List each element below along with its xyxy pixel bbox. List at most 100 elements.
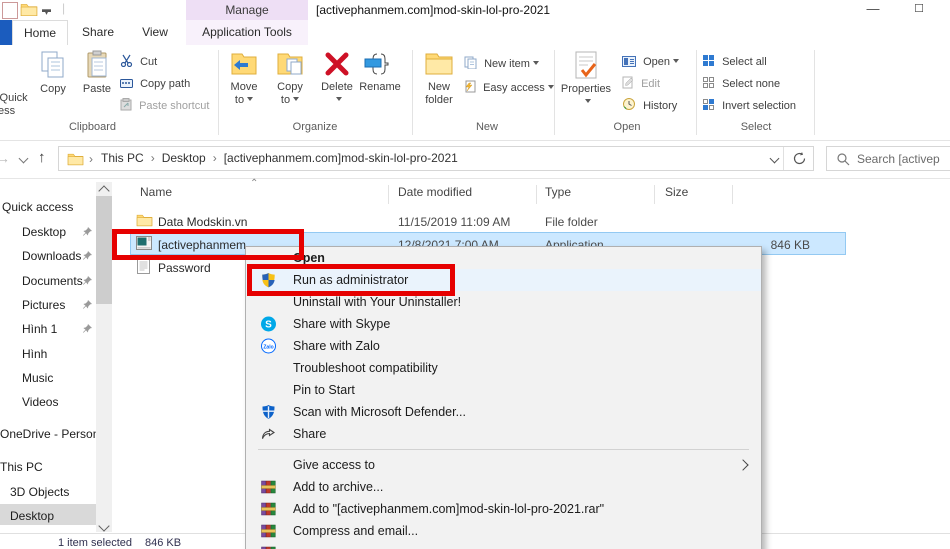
tab-view[interactable]: View <box>128 20 182 45</box>
window-title: [activephanmem.com]mod-skin-lol-pro-2021 <box>316 3 550 17</box>
column-separator[interactable] <box>536 185 537 204</box>
status-selection-size: 846 KB <box>145 537 181 549</box>
sidebar-item-hinh-1[interactable]: Hình 1 <box>22 322 57 336</box>
column-header-size[interactable]: Size <box>665 185 688 199</box>
edit-icon <box>622 76 634 89</box>
new-folder-button[interactable]: New folder <box>416 50 462 107</box>
sidebar-item-3d-objects[interactable]: 3D Objects <box>10 485 69 499</box>
minimize-button[interactable]: — <box>862 0 884 18</box>
easy-access-button[interactable]: Easy access <box>464 79 554 98</box>
sidebar-item-desktop[interactable]: Desktop <box>22 225 66 239</box>
column-separator[interactable] <box>654 185 655 204</box>
new-group-label: New <box>428 121 546 133</box>
recent-locations-dropdown-icon[interactable] <box>19 154 29 164</box>
column-header-type[interactable]: Type <box>545 185 571 199</box>
column-header-name[interactable]: Name <box>140 185 172 199</box>
breadcrumb-sep: › <box>144 147 162 170</box>
context-menu-item-troubleshoot[interactable]: Troubleshoot compatibility <box>246 357 761 379</box>
ribbon-separator <box>412 50 413 135</box>
column-separator[interactable] <box>732 185 733 204</box>
context-menu-item-add-to-archive[interactable]: Add to archive... <box>246 476 761 498</box>
tab-home[interactable]: Home <box>12 20 68 45</box>
context-menu-item-compress-and-email[interactable]: Compress and email... <box>246 520 761 542</box>
paste-icon <box>84 50 110 80</box>
context-menu-item-pin-to-start[interactable]: Pin to Start <box>246 379 761 401</box>
svg-text:Zalo: Zalo <box>263 344 273 350</box>
cut-button[interactable]: Cut <box>120 53 157 72</box>
breadcrumb-current-folder[interactable]: [activephanmem.com]mod-skin-lol-pro-2021 <box>224 147 458 170</box>
new-folder-icon <box>423 50 455 78</box>
sidebar-item-documents[interactable]: Documents <box>22 274 83 288</box>
new-item-button[interactable]: New item <box>464 55 539 74</box>
open-button[interactable]: Open <box>622 53 679 72</box>
address-bar[interactable]: › This PC›Desktop›[activephanmem.com]mod… <box>58 146 814 171</box>
sidebar-item-hinh[interactable]: Hình <box>22 347 47 361</box>
copy-to-icon <box>275 50 305 78</box>
tab-file[interactable] <box>0 20 12 45</box>
select-none-button[interactable]: Select none <box>702 75 780 94</box>
sidebar-item-desktop-thispc[interactable]: Desktop <box>10 509 54 523</box>
manage-ribbon-context-label: Manage <box>186 0 308 20</box>
history-button[interactable]: History <box>622 97 677 116</box>
paste-button[interactable]: Paste <box>76 50 118 96</box>
context-menu-item-partial[interactable] <box>246 542 761 549</box>
tab-application-tools[interactable]: Application Tools <box>186 20 308 45</box>
qat-customize-icon[interactable]: ▬▾ <box>42 4 51 18</box>
select-all-icon <box>702 54 715 67</box>
scroll-up-icon[interactable] <box>98 185 109 196</box>
copy-to-button[interactable]: Copy to <box>268 50 312 107</box>
delete-button[interactable]: Delete <box>316 50 358 107</box>
sidebar-item-quick-access[interactable]: Quick access <box>2 200 73 214</box>
invert-selection-button[interactable]: Invert selection <box>702 97 796 116</box>
pin-icon <box>82 275 93 286</box>
up-button[interactable]: ↑ <box>38 149 46 166</box>
edit-button[interactable]: Edit <box>622 75 660 94</box>
delete-icon <box>323 50 351 78</box>
annotation-box-selected-file <box>112 229 304 260</box>
paste-shortcut-button[interactable]: Paste shortcut <box>120 97 209 116</box>
copy-button[interactable]: Copy <box>32 50 74 96</box>
copy-path-button[interactable]: Copy path <box>120 75 190 94</box>
ribbon-separator <box>696 50 697 135</box>
column-header-date[interactable]: Date modified <box>398 185 472 199</box>
pin-icon <box>82 323 93 334</box>
ribbon: Pin to Quick access Copy Paste Cut Copy … <box>0 45 950 141</box>
select-all-button[interactable]: Select all <box>702 53 767 72</box>
invert-selection-icon <box>702 98 715 111</box>
context-menu-item-give-access[interactable]: Give access to <box>246 454 761 476</box>
sidebar-item-music[interactable]: Music <box>22 371 53 385</box>
qat-folder-icon[interactable] <box>20 2 38 17</box>
address-dropdown-icon[interactable] <box>770 154 780 164</box>
sidebar-scrollbar[interactable] <box>96 182 112 532</box>
address-bar-row: → ↑ › This PC›Desktop›[activephanmem.com… <box>0 141 950 179</box>
breadcrumb-this-pc[interactable]: This PC <box>101 147 144 170</box>
sidebar-item-downloads[interactable]: Downloads <box>22 249 81 263</box>
tab-share[interactable]: Share <box>70 20 126 45</box>
sidebar-item-videos[interactable]: Videos <box>22 395 58 409</box>
column-separator[interactable] <box>388 185 389 204</box>
maximize-button[interactable]: ☐ <box>908 0 930 18</box>
breadcrumb-desktop[interactable]: Desktop <box>162 147 206 170</box>
file-explorer-window: ▬▾ | Manage [activephanmem.com]mod-skin-… <box>0 0 950 549</box>
pin-icon <box>82 250 93 261</box>
refresh-icon[interactable] <box>792 151 807 166</box>
qat-properties-icon[interactable] <box>2 2 18 19</box>
sidebar-item-onedrive[interactable]: OneDrive - Person <box>0 427 99 441</box>
paste-shortcut-icon <box>120 98 132 111</box>
context-menu-item-scan-defender[interactable]: Scan with Microsoft Defender... <box>246 401 761 423</box>
context-menu-item-share-skype[interactable]: S Share with Skype <box>246 313 761 335</box>
move-to-button[interactable]: Move to <box>222 50 266 107</box>
search-box[interactable]: Search [activep <box>826 146 950 171</box>
context-menu-item-share-zalo[interactable]: Zalo Share with Zalo <box>246 335 761 357</box>
scroll-down-icon[interactable] <box>98 520 109 531</box>
ribbon-tab-strip: Home Share View Application Tools <box>0 20 950 46</box>
forward-button[interactable]: → <box>0 150 10 166</box>
rename-button[interactable]: Rename <box>356 50 404 94</box>
scrollbar-thumb[interactable] <box>96 196 112 304</box>
context-menu-item-share[interactable]: Share <box>246 423 761 445</box>
sidebar-item-pictures[interactable]: Pictures <box>22 298 65 312</box>
sidebar-item-this-pc[interactable]: This PC <box>0 460 43 474</box>
search-icon <box>836 152 850 166</box>
properties-button[interactable]: Properties <box>558 50 614 109</box>
context-menu-item-add-to-named-rar[interactable]: Add to "[activephanmem.com]mod-skin-lol-… <box>246 498 761 520</box>
